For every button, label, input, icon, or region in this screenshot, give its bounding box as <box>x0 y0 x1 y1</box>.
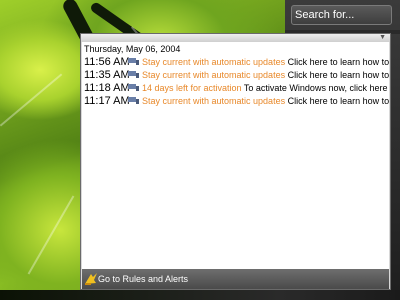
alerts-panel: ▼ Thursday, May 06, 2004 11:56 AM Stay cu… <box>80 33 391 290</box>
alert-body[interactable]: Click here to learn how to kee... <box>288 57 389 67</box>
alert-time: 11:17 AM <box>84 95 130 107</box>
hand-flag-icon <box>128 58 139 65</box>
rules-wizard-icon <box>85 273 97 285</box>
rules-alerts-label: Go to Rules and Alerts <box>98 274 189 284</box>
alert-item[interactable]: 11:35 AM Stay current with automatic upda… <box>84 69 389 82</box>
alert-body[interactable]: Click here to learn how to kee... <box>288 70 389 80</box>
screen: Search for... ▼ Thursday, May 06, 2004 1… <box>0 0 400 300</box>
search-input[interactable]: Search for... <box>291 5 392 25</box>
hand-flag-icon <box>128 71 139 78</box>
alert-item[interactable]: 11:18 AM 14 days left for activation To a… <box>84 82 389 95</box>
date-header: Thursday, May 06, 2004 <box>84 44 181 54</box>
alert-time: 11:56 AM <box>84 56 130 68</box>
alerts-list: Thursday, May 06, 2004 11:56 AM Stay curr… <box>82 42 389 269</box>
alert-body[interactable]: Click here to learn how to kee... <box>288 96 389 106</box>
panel-header: ▼ <box>81 34 390 42</box>
hand-flag-icon <box>128 84 139 91</box>
leaf-vein <box>0 73 63 127</box>
alert-time: 11:35 AM <box>84 69 130 81</box>
alert-item[interactable]: 11:17 AM Stay current with automatic upda… <box>84 95 389 108</box>
alert-subject[interactable]: Stay current with automatic updates <box>142 57 285 67</box>
hand-flag-icon <box>128 97 139 104</box>
alert-subject[interactable]: Stay current with automatic updates <box>142 96 285 106</box>
alert-time: 11:18 AM <box>84 82 130 94</box>
triangle-down-icon[interactable]: ▼ <box>379 34 386 42</box>
taskbar-strip <box>0 290 400 300</box>
alert-item[interactable]: 11:56 AM Stay current with automatic upda… <box>84 56 389 69</box>
rules-alerts-link[interactable]: Go to Rules and Alerts <box>82 269 389 289</box>
alert-body[interactable]: To activate Windows now, click here <box>244 83 388 93</box>
alert-subject[interactable]: Stay current with automatic updates <box>142 70 285 80</box>
leaf-vein <box>27 195 75 275</box>
alert-subject[interactable]: 14 days left for activation <box>142 83 242 93</box>
